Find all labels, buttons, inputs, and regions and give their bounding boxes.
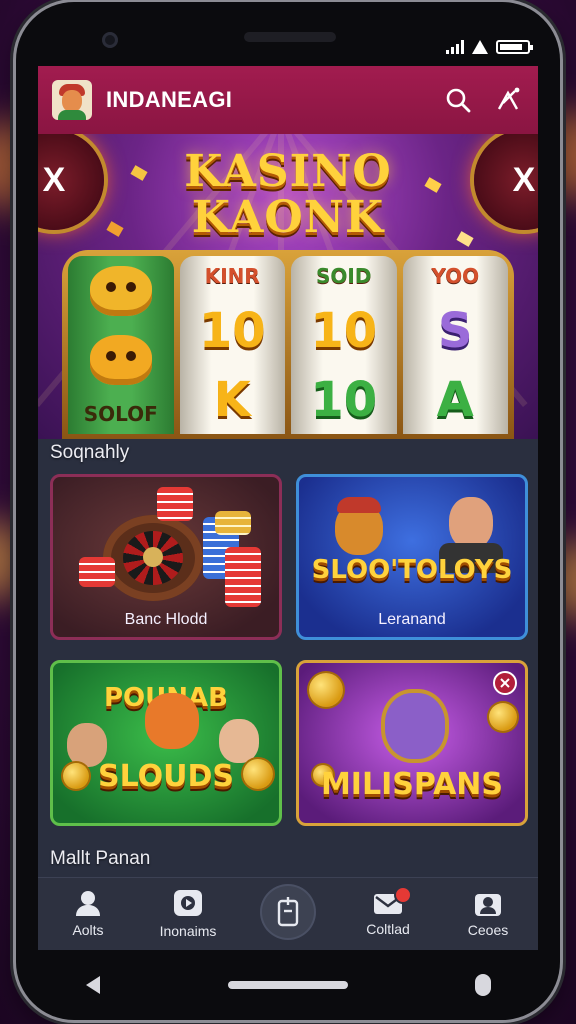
notification-badge bbox=[394, 886, 412, 904]
reel-symbol: S bbox=[437, 302, 473, 359]
hero-title-line1: KASINO bbox=[184, 146, 392, 197]
home-button[interactable] bbox=[218, 965, 358, 1005]
reel-label: KINR bbox=[204, 264, 260, 289]
reel-symbol: 10 bbox=[198, 302, 266, 359]
roulette-icon bbox=[103, 515, 203, 601]
wifi-icon bbox=[472, 40, 488, 54]
front-camera bbox=[102, 32, 118, 48]
tab-label: Inonaims bbox=[159, 923, 217, 939]
users-icon bbox=[76, 891, 100, 916]
reel-4: YOO S A bbox=[402, 256, 508, 434]
card-art-title: MILISPANS bbox=[320, 767, 504, 802]
system-navigation-bar bbox=[16, 950, 560, 1020]
status-bar bbox=[446, 40, 533, 54]
signal-icon bbox=[446, 40, 464, 54]
search-icon[interactable] bbox=[438, 80, 478, 120]
card-caption: Leranand bbox=[378, 611, 446, 628]
recents-icon[interactable] bbox=[453, 965, 513, 1005]
reel-symbol: A bbox=[436, 371, 474, 428]
section-title-featured: Soqnahly bbox=[50, 442, 130, 463]
tab-ceoes[interactable]: Ceoes bbox=[440, 880, 536, 948]
reel-symbol: 10 bbox=[310, 371, 378, 428]
game-card-slouds[interactable]: POUNAB SLOUDS bbox=[50, 660, 282, 826]
card-caption: Banc Hlodd bbox=[124, 611, 208, 628]
app-header: INDANEAGI bbox=[38, 66, 538, 134]
reel-3: SOID 10 10 bbox=[291, 256, 397, 434]
tab-label: Aolts bbox=[72, 922, 104, 938]
monster-icon bbox=[89, 334, 152, 385]
reel-label: SOID bbox=[316, 264, 372, 289]
avatar[interactable] bbox=[52, 80, 92, 120]
game-card-slotoys[interactable]: SLOO'TOLOYS Leranand bbox=[296, 474, 528, 640]
earpiece-speaker bbox=[244, 32, 336, 42]
reel-symbol: 10 bbox=[310, 302, 378, 359]
app-title: INDANEAGI bbox=[106, 87, 233, 112]
reel-label: SOLOF bbox=[83, 402, 158, 427]
tab-coltlad[interactable]: Coltlad bbox=[340, 880, 436, 948]
app-screen: INDANEAGI X X KASINO KAONK SOLOF KINR 10… bbox=[38, 66, 538, 950]
reel-1: SOLOF bbox=[68, 256, 174, 434]
tab-center-action[interactable] bbox=[240, 880, 336, 948]
battery-icon bbox=[496, 40, 533, 54]
monster-icon bbox=[89, 265, 152, 316]
reel-label: YOO bbox=[431, 264, 480, 289]
phone-frame: INDANEAGI X X KASINO KAONK SOLOF KINR 10… bbox=[16, 2, 560, 1020]
game-card-milispans[interactable]: MILISPANS bbox=[296, 660, 528, 826]
back-icon[interactable] bbox=[63, 965, 123, 1005]
profile-icon bbox=[475, 894, 501, 916]
slot-machine: SOLOF KINR 10 K SOID 10 10 YOO S A bbox=[62, 250, 514, 439]
close-icon[interactable] bbox=[493, 671, 517, 695]
hero-banner[interactable]: X X KASINO KAONK SOLOF KINR 10 K SOID 10… bbox=[38, 134, 538, 439]
card-art-title: SLOO'TOLOYS bbox=[311, 555, 513, 585]
center-action-icon bbox=[277, 897, 299, 927]
game-card-roulette[interactable]: Banc Hlodd bbox=[50, 474, 282, 640]
section-title-more: Mallt Panan bbox=[50, 848, 151, 869]
hero-title-line2: KAONK bbox=[191, 192, 385, 243]
reel-2: KINR 10 K bbox=[179, 256, 285, 434]
reel-symbol: K bbox=[213, 371, 251, 428]
tab-inonaims[interactable]: Inonaims bbox=[140, 880, 236, 948]
card-art-title: SLOUDS bbox=[97, 759, 235, 794]
share-icon[interactable] bbox=[488, 80, 528, 120]
tab-aolts[interactable]: Aolts bbox=[40, 880, 136, 948]
tab-label: Coltlad bbox=[366, 921, 410, 937]
games-icon bbox=[174, 890, 202, 916]
bottom-tab-bar: Aolts Inonaims Coltlad Ceoes bbox=[38, 877, 538, 950]
tab-label: Ceoes bbox=[467, 922, 509, 938]
